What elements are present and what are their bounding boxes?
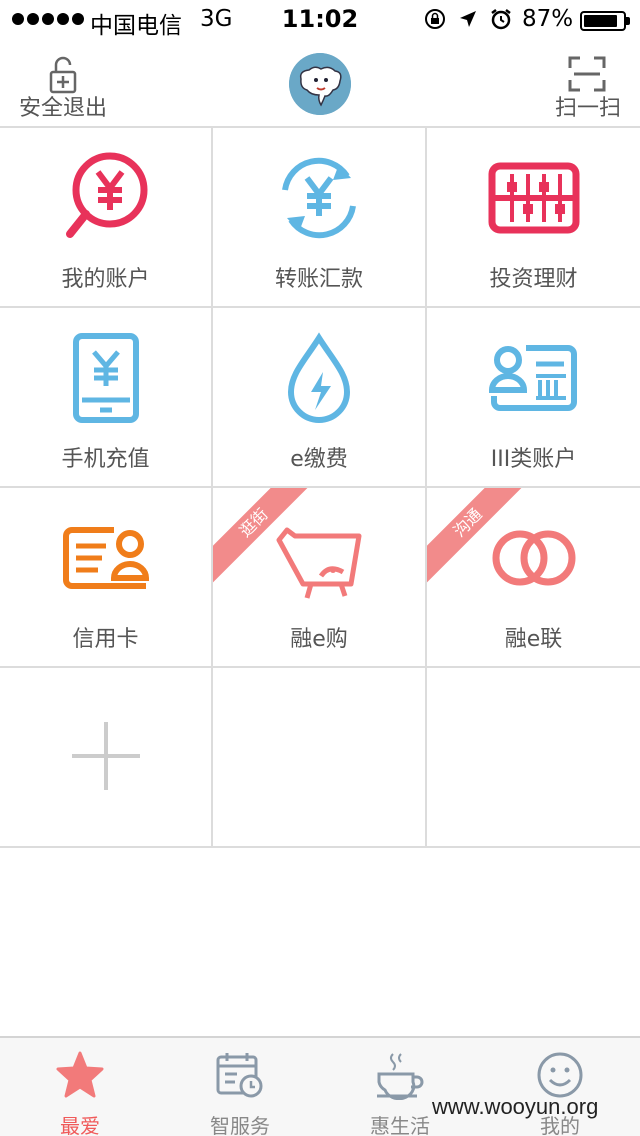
grid-item-mobile-topup[interactable]: 手机充值	[0, 308, 213, 488]
battery-icon	[580, 11, 630, 31]
battery-fill	[584, 15, 618, 27]
grid-item-label: 手机充值	[61, 447, 150, 472]
tab-smart-service[interactable]: 智服务	[160, 1038, 320, 1136]
grid-item-label: III类账户	[490, 447, 577, 472]
grid-item-e-payment[interactable]: e缴费	[213, 308, 427, 488]
tab-label: 最爱	[60, 1114, 100, 1136]
grid-item-investment[interactable]: 投资理财	[427, 128, 640, 308]
rotation-lock-icon	[425, 9, 445, 29]
grid-empty-slot	[427, 668, 640, 848]
tab-mine[interactable]: 我的	[480, 1038, 640, 1136]
watermark-text: www.wooyun.org	[432, 1094, 599, 1119]
tab-label: 智服务	[210, 1114, 270, 1136]
scan-label: 扫一扫	[554, 96, 621, 121]
avatar[interactable]	[289, 53, 351, 115]
chat-rings-icon	[492, 530, 575, 586]
grid-item-label: e缴费	[290, 447, 348, 472]
smiley-icon	[537, 1052, 583, 1098]
grid-item-transfer[interactable]: 转账汇款	[213, 128, 427, 308]
phone-yuan-icon	[72, 333, 139, 423]
grid-item-label: 投资理财	[489, 267, 578, 292]
grid-item-label: 转账汇款	[274, 267, 363, 292]
location-arrow-icon	[460, 11, 476, 27]
shopping-bag-icon	[276, 527, 362, 599]
grid-item-add[interactable]	[0, 668, 213, 848]
tab-favorites[interactable]: 最爱	[0, 1038, 160, 1136]
tab-bar: 最爱 智服务 惠生活 我的	[0, 1036, 640, 1136]
grid-item-my-account[interactable]: 我的账户	[0, 128, 213, 308]
battery-percent: 87%	[522, 6, 574, 32]
scan-frame-icon	[568, 56, 606, 92]
grid-item-label: 融e购	[290, 627, 348, 652]
logout-label: 安全退出	[18, 96, 107, 121]
status-bar: 中国电信 3G 11:02 87%	[0, 0, 640, 40]
grid-empty-slot	[213, 668, 427, 848]
scan-button[interactable]: 扫一扫	[548, 54, 628, 124]
grid-item-label: 融e联	[504, 627, 563, 652]
elephant-avatar-icon	[289, 53, 351, 115]
credit-card-user-icon	[62, 527, 149, 589]
yuan-search-icon	[65, 152, 147, 238]
grid-item-label: 我的账户	[61, 267, 150, 292]
grid-item-credit-card[interactable]: 信用卡	[0, 488, 213, 668]
feature-grid: 我的账户 转账汇款 投资理财 手机充值 e缴费 III类账户 信用卡 逛街 融e…	[0, 128, 640, 848]
plus-icon	[71, 722, 140, 790]
logout-button[interactable]: 安全退出	[8, 54, 118, 124]
calendar-clock-icon	[216, 1053, 263, 1098]
alarm-clock-icon	[491, 9, 511, 30]
coffee-cup-icon	[377, 1053, 424, 1100]
unlock-icon	[49, 56, 77, 94]
grid-item-class3-account[interactable]: III类账户	[427, 308, 640, 488]
abacus-icon	[488, 162, 579, 234]
grid-item-rong-e-link[interactable]: 沟通 融e联	[427, 488, 640, 668]
tab-life[interactable]: 惠生活	[320, 1038, 480, 1136]
account-card-icon	[488, 345, 577, 411]
star-icon	[56, 1051, 104, 1098]
app-header: 安全退出 扫一扫	[0, 40, 640, 128]
water-drop-bolt-icon	[287, 332, 351, 423]
yuan-transfer-icon	[282, 157, 356, 239]
grid-item-rong-e-shop[interactable]: 逛街 融e购	[213, 488, 427, 668]
grid-item-label: 信用卡	[72, 627, 139, 652]
